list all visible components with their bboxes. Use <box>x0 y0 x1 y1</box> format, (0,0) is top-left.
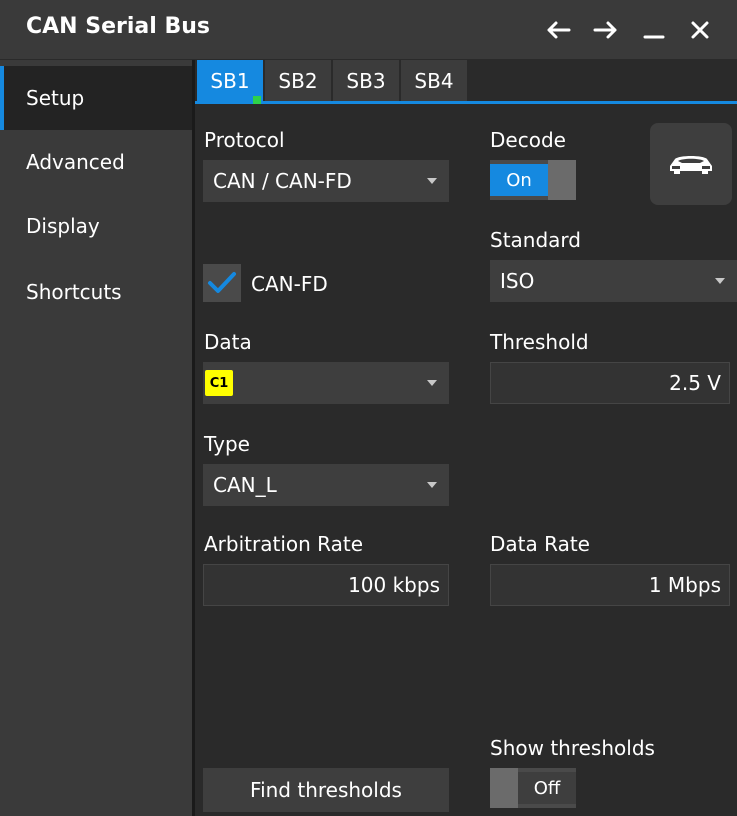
threshold-field[interactable]: 2.5 V <box>490 362 730 404</box>
tab-sb2[interactable]: SB2 <box>265 60 331 101</box>
tab-sb1[interactable]: SB1 <box>197 60 263 104</box>
back-arrow-icon[interactable] <box>538 6 578 54</box>
data-rate-value: 1 Mbps <box>648 573 721 597</box>
sidebar-item-setup[interactable]: Setup <box>0 66 192 130</box>
sidebar-item-label: Setup <box>26 86 85 110</box>
arbitration-rate-value: 100 kbps <box>348 573 440 597</box>
can-fd-checkbox[interactable] <box>203 264 241 302</box>
sidebar-item-shortcuts[interactable]: Shortcuts <box>0 260 192 324</box>
threshold-value: 2.5 V <box>669 371 721 395</box>
sidebar-item-label: Display <box>26 214 100 238</box>
decode-toggle[interactable]: On <box>490 160 576 200</box>
tab-label: SB2 <box>278 68 318 93</box>
arbitration-rate-label: Arbitration Rate <box>204 532 364 556</box>
decode-label: Decode <box>490 128 566 152</box>
data-label: Data <box>204 330 252 354</box>
sidebar: Setup Advanced Display Shortcuts <box>0 60 192 816</box>
show-thresholds-label: Show thresholds <box>490 736 655 760</box>
protocol-dropdown[interactable]: CAN / CAN-FD <box>203 160 449 202</box>
find-thresholds-label: Find thresholds <box>250 778 402 802</box>
close-icon[interactable] <box>680 6 720 54</box>
type-dropdown[interactable]: CAN_L <box>203 464 449 506</box>
show-thresholds-toggle[interactable]: Off <box>490 768 576 808</box>
active-indicator <box>253 96 261 104</box>
tab-sb3[interactable]: SB3 <box>333 60 399 101</box>
type-label: Type <box>204 432 250 456</box>
chevron-down-icon <box>427 380 437 386</box>
chevron-down-icon <box>715 278 725 284</box>
channel-c1-badge: C1 <box>205 370 233 396</box>
minimize-icon[interactable] <box>634 6 674 54</box>
toggle-state: On <box>490 164 548 196</box>
standard-label: Standard <box>490 228 581 252</box>
window-title: CAN Serial Bus <box>26 14 210 39</box>
tab-bar: SB1 SB2 SB3 SB4 <box>195 60 737 104</box>
data-source-dropdown[interactable]: C1 <box>203 362 449 404</box>
tab-label: SB1 <box>210 68 250 93</box>
checkmark-icon <box>208 272 236 293</box>
standard-dropdown[interactable]: ISO <box>490 260 737 302</box>
can-fd-label: CAN-FD <box>251 272 328 296</box>
chevron-down-icon <box>427 482 437 488</box>
tab-sb4[interactable]: SB4 <box>401 60 467 101</box>
toggle-knob <box>490 768 518 808</box>
sidebar-item-display[interactable]: Display <box>0 194 192 258</box>
arbitration-rate-field[interactable]: 100 kbps <box>203 564 449 606</box>
data-rate-label: Data Rate <box>490 532 590 556</box>
protocol-label: Protocol <box>204 128 285 152</box>
threshold-label: Threshold <box>490 330 589 354</box>
sidebar-item-advanced[interactable]: Advanced <box>0 130 192 194</box>
toggle-knob <box>548 160 576 200</box>
sidebar-item-label: Advanced <box>26 150 125 174</box>
sidebar-item-label: Shortcuts <box>26 280 122 304</box>
forward-arrow-icon[interactable] <box>586 6 626 54</box>
protocol-value: CAN / CAN-FD <box>213 169 352 193</box>
data-rate-field[interactable]: 1 Mbps <box>490 564 730 606</box>
standard-value: ISO <box>500 269 535 293</box>
car-icon[interactable] <box>650 123 732 205</box>
title-bar: CAN Serial Bus <box>0 0 737 60</box>
tab-label: SB4 <box>414 68 454 93</box>
find-thresholds-button[interactable]: Find thresholds <box>203 768 449 812</box>
setup-panel: SB1 SB2 SB3 SB4 Protocol CAN / CAN-FD De… <box>195 60 737 816</box>
tab-label: SB3 <box>346 68 386 93</box>
toggle-state: Off <box>518 772 576 804</box>
type-value: CAN_L <box>213 473 277 497</box>
chevron-down-icon <box>427 178 437 184</box>
